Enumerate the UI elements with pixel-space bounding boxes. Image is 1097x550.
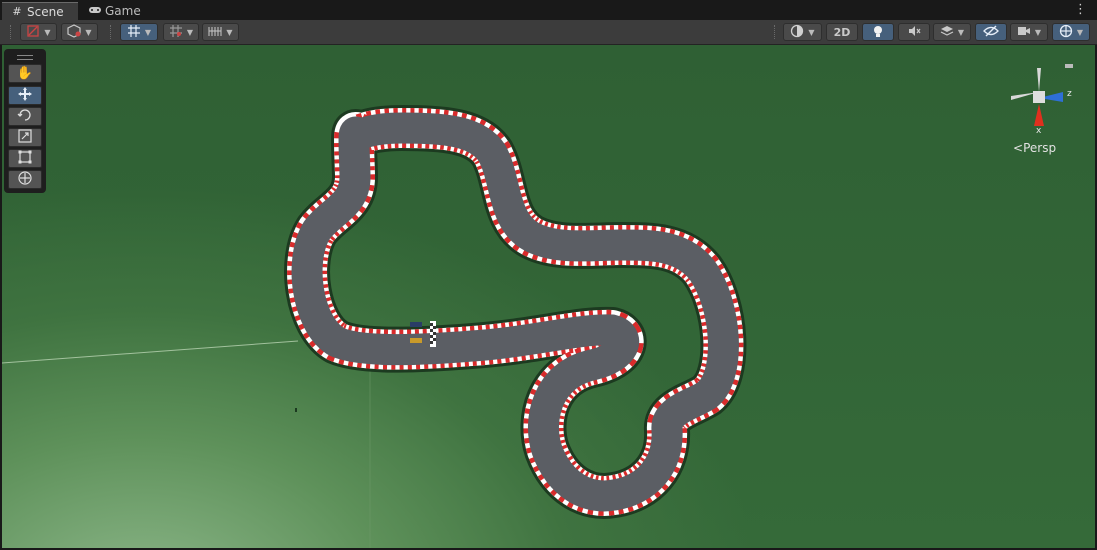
gizmo-globe-icon [1059,24,1073,41]
orientation-gizmo[interactable]: z x [1003,62,1083,140]
gamepad-icon [88,5,102,18]
tools-overlay: ✋ [4,49,46,193]
toggle-2d-label: 2D [833,25,851,39]
hand-icon: ✋ [16,66,34,81]
draw-mode-icon [26,24,40,41]
toolbar-grip[interactable] [774,25,777,39]
gizmo-y-cone [1037,68,1041,92]
chevron-down-icon: ▼ [44,27,51,37]
eye-hidden-icon [983,24,999,41]
tab-scene-label: Scene [27,4,64,19]
lighting-toggle[interactable] [862,23,894,41]
scene-toolbar: ▼ ▼ ▼ ▼ ▼ ▼ 2D ▼ ▼ ▼ [0,20,1097,45]
cube-icon [67,23,82,41]
chevron-down-icon: ▼ [144,27,152,37]
chevron-down-icon: ▼ [85,27,92,37]
transform-tool-button[interactable] [8,170,42,189]
toolbar-grip[interactable] [10,25,13,39]
projection-label: Persp [1023,141,1057,155]
rotate-icon [17,107,33,127]
kart-yellow[interactable] [410,338,422,343]
rotate-tool-button[interactable] [8,107,42,126]
tab-game-label: Game [105,4,141,18]
grid-snap-icon [127,24,141,41]
camera-dropdown[interactable]: ▼ [1010,23,1048,41]
grid-snapping-toggle[interactable]: ▼ [120,23,158,41]
transform-icon [17,170,33,190]
more-options-icon[interactable]: ⋮ [1074,2,1087,17]
grid-axis-line [2,340,299,364]
scale-tool-button[interactable] [8,128,42,147]
scene-visibility-toggle[interactable] [975,23,1007,41]
sphere-icon [790,24,804,41]
chevron-down-icon: ▼ [1076,27,1084,37]
gizmo-center-cube [1033,91,1045,103]
tab-bar: # Scene Game ⋮ [0,0,1097,20]
scene-viewport[interactable] [2,45,1095,548]
audio-muted-icon [907,24,921,41]
increment-snap-dropdown[interactable]: ▼ [163,23,199,41]
camera-icon [1017,25,1031,40]
gizmo-x-cone [1034,104,1044,126]
gizmo-x-label: x [1036,126,1042,136]
tab-game[interactable]: Game [84,2,158,20]
toggle-2d-button[interactable]: 2D [826,23,858,41]
chevron-down-icon: ▼ [808,27,815,37]
overlay-grip[interactable] [17,55,33,60]
ruler-icon [208,24,222,41]
perspective-icon: < [1013,141,1024,155]
audio-toggle[interactable] [898,23,930,41]
ruler-dropdown[interactable]: ▼ [202,23,239,41]
chevron-down-icon: ▼ [957,27,965,37]
lightbulb-icon [871,24,885,41]
scale-icon [17,128,33,148]
grid-icon: # [12,5,22,18]
hand-tool-button[interactable]: ✋ [8,64,42,83]
rect-tool-button[interactable] [8,149,42,168]
track-asphalt [291,112,739,512]
draw-mode-dropdown[interactable]: ▼ [20,23,57,41]
kart-blue[interactable] [410,322,422,327]
race-track-scene [2,105,747,548]
layers-effects-icon [940,24,954,41]
render-mode-dropdown[interactable]: ▼ [61,23,98,41]
rect-icon [17,149,33,169]
start-finish-line [430,321,436,347]
effects-dropdown[interactable]: ▼ [933,23,971,41]
gizmos-dropdown[interactable]: ▼ [1052,23,1090,41]
projection-toggle[interactable]: <Persp [1013,141,1056,155]
toolbar-grip[interactable] [110,25,113,39]
shading-mode-dropdown[interactable]: ▼ [783,23,822,41]
move-tool-button[interactable] [8,86,42,105]
tab-scene[interactable]: # Scene [2,2,78,20]
chevron-down-icon: ▼ [226,27,233,37]
snap-increment-icon [169,24,183,41]
move-icon [17,86,33,106]
chevron-down-icon: ▼ [186,27,194,37]
chevron-down-icon: ▼ [1034,27,1042,37]
scene-marker [295,408,297,412]
gizmo-z-label: z [1067,89,1072,99]
